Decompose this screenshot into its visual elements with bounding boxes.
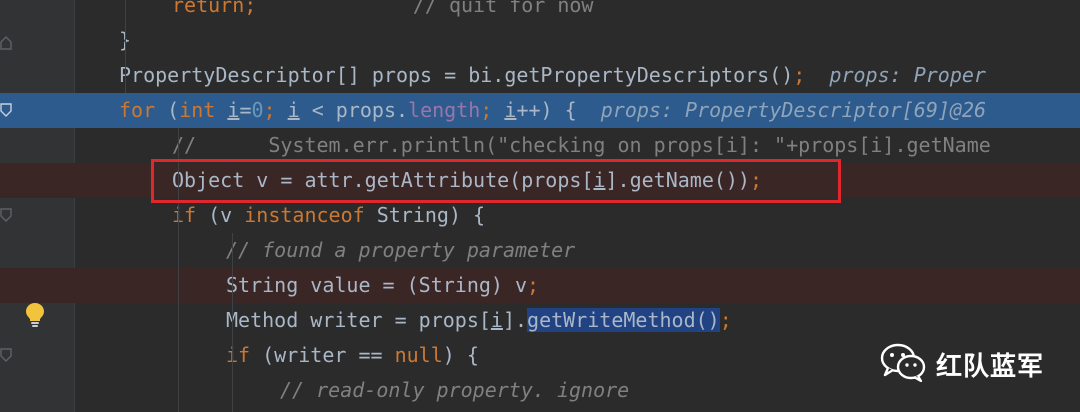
code-token: // read-only property. ignore <box>280 378 630 402</box>
code-line-if-instanceof[interactable]: if (v instanceof String) { <box>0 198 1080 233</box>
code-token: String) { <box>364 203 486 227</box>
highlight-box <box>151 159 841 203</box>
code-editor[interactable]: return; // quit for now } PropertyDescri… <box>0 0 1080 412</box>
code-text: String value = (String) v; <box>226 268 539 303</box>
code-text: PropertyDescriptor[] props = bi.getPrope… <box>119 58 986 93</box>
code-token: props: Proper <box>805 63 986 87</box>
code-token: (writer == <box>250 343 395 367</box>
code-text: // read-only property. ignore <box>280 373 629 408</box>
code-token: props: PropertyDescriptor[69]@26 <box>576 98 987 122</box>
code-token: getWriteMethod() <box>527 308 720 332</box>
code-token: PropertyDescriptor[] props = bi.getPrope… <box>119 63 794 87</box>
fold-marker-icon[interactable] <box>0 36 12 50</box>
indent-guide <box>125 0 126 93</box>
code-token: = <box>239 98 252 122</box>
code-text: for (int i=0; i < props.length; i++) { p… <box>119 93 986 128</box>
code-text: if (v instanceof String) { <box>172 198 485 233</box>
code-token: i <box>504 98 517 122</box>
fold-marker-icon[interactable] <box>0 208 12 222</box>
code-token: ; <box>793 63 806 87</box>
code-token: instanceof <box>244 203 365 227</box>
code-token: ++) { <box>516 98 577 122</box>
code-token: for <box>119 98 156 122</box>
code-line-close-brace[interactable]: } <box>0 23 1080 58</box>
code-token: Method writer = props[ <box>226 308 491 332</box>
fold-marker-icon[interactable] <box>0 103 12 117</box>
code-line-props-decl[interactable]: PropertyDescriptor[] props = bi.getPrope… <box>0 58 1080 93</box>
code-line-for-loop-current[interactable]: for (int i=0; i < props.length; i++) { p… <box>0 93 1080 128</box>
code-token: ; <box>527 273 540 297</box>
code-token: ]. <box>502 308 528 332</box>
code-token: ; <box>244 0 257 17</box>
code-token: < props. <box>299 98 409 122</box>
code-token: ; <box>719 308 732 332</box>
fold-marker-icon[interactable] <box>0 348 12 362</box>
watermark: 红队蓝军 <box>880 342 1044 386</box>
code-token: null <box>394 343 443 367</box>
code-line-method-writer[interactable]: Method writer = props[i].getWriteMethod(… <box>0 303 1080 338</box>
code-token: int <box>179 98 216 122</box>
code-token: if <box>226 343 251 367</box>
code-token: 0 <box>251 98 264 122</box>
code-line-return[interactable]: return; // quit for now <box>0 0 1080 23</box>
code-text: // found a property parameter <box>226 233 575 268</box>
code-token: // System.err.println("checking on props… <box>172 133 991 157</box>
code-token: String value = (String) v <box>226 273 528 297</box>
code-token: if <box>172 203 197 227</box>
wechat-icon <box>880 342 926 387</box>
code-token: // found a property parameter <box>226 238 576 262</box>
code-token: length <box>408 98 481 122</box>
lightbulb-icon[interactable] <box>24 302 46 328</box>
code-line-comment-found[interactable]: // found a property parameter <box>0 233 1080 268</box>
code-token: i <box>287 98 300 122</box>
code-token: ) { <box>442 343 479 367</box>
code-line-comment-println[interactable]: // System.err.println("checking on props… <box>0 128 1080 163</box>
code-token: ( <box>155 98 180 122</box>
code-token: ; <box>263 98 288 122</box>
code-text: if (writer == null) { <box>226 338 479 373</box>
watermark-text: 红队蓝军 <box>935 351 1044 382</box>
code-token: ; <box>480 98 505 122</box>
code-line-string-value[interactable]: String value = (String) v; <box>0 268 1080 303</box>
code-token: i <box>490 308 503 332</box>
code-token: return <box>172 0 245 17</box>
indent-guide <box>232 233 233 412</box>
code-text: Method writer = props[i].getWriteMethod(… <box>226 303 732 338</box>
code-token: // quit for now <box>256 0 594 17</box>
code-text: // System.err.println("checking on props… <box>172 128 991 163</box>
code-text: return; // quit for now <box>172 0 593 23</box>
code-token: (v <box>196 203 245 227</box>
code-token: i <box>227 98 240 122</box>
